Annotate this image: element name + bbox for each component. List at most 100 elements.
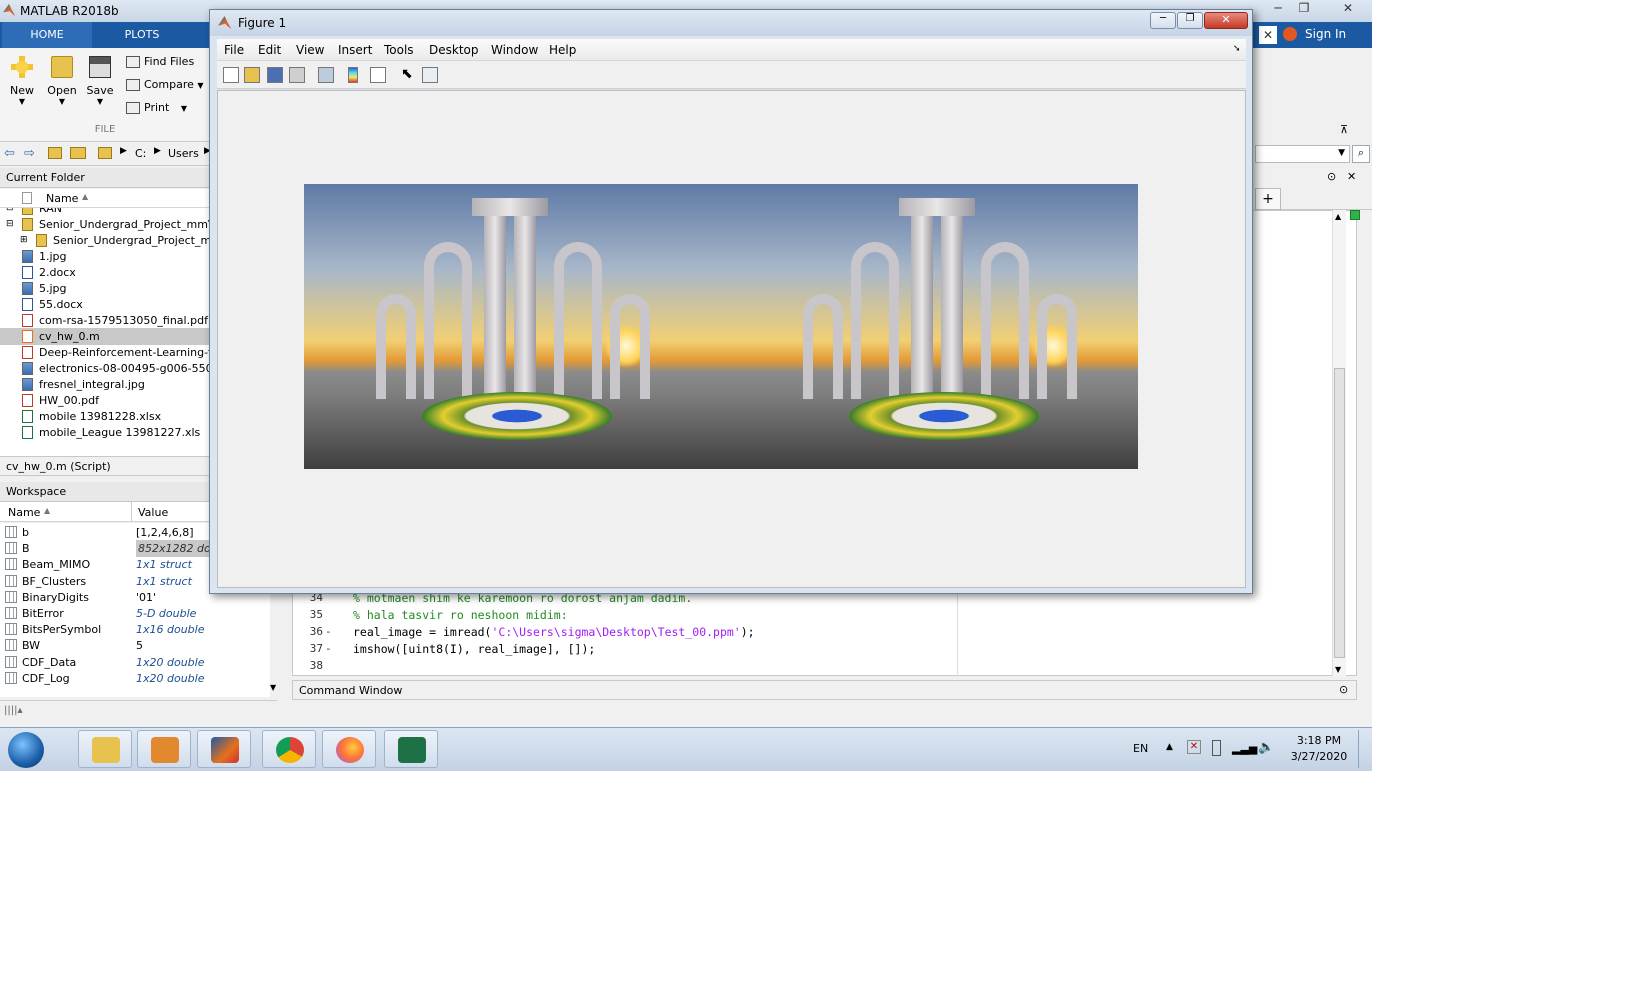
menu-view[interactable]: View xyxy=(296,43,324,57)
folder-item[interactable]: Deep-Reinforcement-Learning-f xyxy=(0,344,210,361)
volume-icon[interactable]: 🔈 xyxy=(1258,740,1274,755)
find-files-button[interactable]: Find Files xyxy=(126,52,194,72)
clock-date[interactable]: 3/27/2020 xyxy=(1289,750,1349,763)
battery-icon[interactable] xyxy=(1212,740,1221,756)
open-button[interactable]: Open ▼ xyxy=(42,56,82,106)
figure-close-icon[interactable]: ✕ xyxy=(1204,12,1248,29)
figure-title-bar[interactable]: Figure 1 ─ ❐ ✕ xyxy=(210,10,1252,36)
expand-toggle-icon[interactable]: ⊞ xyxy=(20,232,28,249)
menu-edit[interactable]: Edit xyxy=(258,43,281,57)
folder-item[interactable]: 5.jpg xyxy=(0,280,210,297)
name-column-header[interactable]: Name xyxy=(46,192,78,205)
code-line[interactable]: real_image = imread('C:\Users\sigma\Desk… xyxy=(353,625,755,639)
menu-insert[interactable]: Insert xyxy=(338,43,372,57)
menu-help[interactable]: Help xyxy=(549,43,576,57)
folder-item[interactable]: ⊞ Senior_Undergrad_Project_m xyxy=(0,232,210,249)
save-icon[interactable] xyxy=(267,67,283,83)
code-analyzer-status-icon[interactable] xyxy=(1350,210,1360,220)
folder-item[interactable]: fresnel_integral.jpg xyxy=(0,376,210,393)
figure-window[interactable]: Figure 1 ─ ❐ ✕ File Edit View Insert Too… xyxy=(209,9,1253,594)
menu-file[interactable]: File xyxy=(224,43,244,57)
folder-item[interactable]: mobile 13981228.xlsx xyxy=(0,408,210,425)
breakpoint-marker[interactable]: - xyxy=(325,625,335,638)
sign-in-link[interactable]: Sign In xyxy=(1305,27,1346,41)
scroll-up-icon[interactable]: ▲ xyxy=(1335,212,1341,221)
menu-tools[interactable]: Tools xyxy=(384,43,414,57)
clock-time[interactable]: 3:18 PM xyxy=(1293,734,1345,747)
open-icon[interactable] xyxy=(244,67,260,83)
legend-icon[interactable] xyxy=(370,67,386,83)
folder-item[interactable]: cv_hw_0.m xyxy=(0,328,210,345)
show-hidden-icons-icon[interactable]: ▲ xyxy=(1166,742,1173,752)
workspace-row[interactable]: CDF_Log 1x20 double xyxy=(0,670,270,687)
taskbar-firefox[interactable] xyxy=(322,730,376,768)
taskbar-chrome[interactable] xyxy=(262,730,316,768)
minimize-icon[interactable]: ─ xyxy=(1265,0,1291,18)
folder-item[interactable]: HW_00.pdf xyxy=(0,392,210,409)
editor-close-icon[interactable]: ✕ xyxy=(1347,170,1356,183)
taskbar-explorer[interactable] xyxy=(78,730,132,768)
back-arrow-icon[interactable]: ⇦ xyxy=(4,146,15,161)
value-column-header[interactable]: Value xyxy=(138,506,168,519)
browse-folder-icon[interactable] xyxy=(70,147,86,159)
workspace-row[interactable]: CDF_Data 1x20 double xyxy=(0,654,270,671)
language-indicator[interactable]: EN xyxy=(1133,742,1148,755)
print-icon[interactable] xyxy=(289,67,305,83)
code-line[interactable]: % hala tasvir ro neshoon midim: xyxy=(353,608,568,622)
dock-figure-icon[interactable]: ➘ xyxy=(1233,44,1241,54)
taskbar-matlab[interactable] xyxy=(197,730,251,768)
scroll-down-icon[interactable]: ▼ xyxy=(270,683,276,692)
editor-code[interactable]: 34% motmaen shim ke karemoon ro dorost a… xyxy=(293,591,953,677)
network-icon[interactable]: ▂▃▅ xyxy=(1232,742,1257,755)
action-center-icon[interactable]: ✕ xyxy=(1187,740,1201,754)
scroll-thumb[interactable] xyxy=(1334,368,1345,658)
workspace-row[interactable]: BitError 5-D double xyxy=(0,605,270,622)
compare-button[interactable]: Compare ▼ xyxy=(126,75,204,95)
figure-maximize-icon[interactable]: ❐ xyxy=(1177,12,1203,29)
menu-window[interactable]: Window xyxy=(491,43,538,57)
dropdown-arrow-icon[interactable]: ▼ xyxy=(1338,148,1345,158)
print-preview-icon[interactable] xyxy=(318,67,334,83)
folder-item[interactable]: electronics-08-00495-g006-550.j xyxy=(0,360,210,377)
print-button[interactable]: Print ▼ xyxy=(126,98,187,118)
folder-item[interactable]: mobile_League 13981227.xls xyxy=(0,424,210,441)
figure-minimize-icon[interactable]: ─ xyxy=(1150,12,1176,29)
workspace-row[interactable]: BitsPerSymbol 1x16 double xyxy=(0,621,270,638)
real-photo[interactable] xyxy=(304,184,732,469)
search-path-field[interactable]: ▼ xyxy=(1255,145,1350,163)
forward-arrow-icon[interactable]: ⇨ xyxy=(24,146,35,161)
close-search-icon[interactable]: ✕ xyxy=(1259,26,1277,44)
property-inspector-icon[interactable] xyxy=(422,67,438,83)
breakpoint-marker[interactable]: - xyxy=(325,642,335,655)
maximize-icon[interactable]: ❐ xyxy=(1291,0,1317,18)
folder-item[interactable]: 55.docx xyxy=(0,296,210,313)
up-folder-icon[interactable] xyxy=(48,147,62,159)
scroll-down-icon[interactable]: ▼ xyxy=(1335,665,1341,674)
name-column-header[interactable]: Name xyxy=(8,506,40,519)
show-desktop-button[interactable] xyxy=(1358,730,1370,768)
editor-scrollbar[interactable]: ▲ ▼ xyxy=(1332,210,1346,676)
close-icon[interactable]: ✕ xyxy=(1328,0,1368,18)
folder-item[interactable]: 2.docx xyxy=(0,264,210,281)
new-figure-icon[interactable] xyxy=(223,67,239,83)
folder-item[interactable]: ⊟ Senior_Undergrad_Project_mmV xyxy=(0,216,210,233)
new-button[interactable]: New ▼ xyxy=(2,56,42,106)
command-window-bar[interactable]: Command Window ⊙ xyxy=(292,680,1357,700)
save-button[interactable]: Save ▼ xyxy=(80,56,120,106)
breadcrumb-drive[interactable]: C: xyxy=(135,147,146,160)
folder-item[interactable]: com-rsa-1579513050_final.pdf xyxy=(0,312,210,329)
search-icon[interactable]: ⌕ xyxy=(1352,145,1370,163)
figure-canvas[interactable] xyxy=(217,90,1246,588)
workspace-row[interactable]: BW 5 xyxy=(0,637,270,654)
notification-bell-icon[interactable] xyxy=(1283,27,1297,41)
reconstructed-photo[interactable] xyxy=(731,184,1138,469)
collapse-toolstrip-icon[interactable]: ⊼ xyxy=(1340,123,1348,136)
breadcrumb-users[interactable]: Users xyxy=(168,147,199,160)
tab-plots[interactable]: PLOTS xyxy=(96,22,188,48)
menu-desktop[interactable]: Desktop xyxy=(429,43,479,57)
new-tab-plus-icon[interactable]: + xyxy=(1255,188,1281,210)
taskbar-excel[interactable] xyxy=(384,730,438,768)
expand-toggle-icon[interactable]: ⊟ xyxy=(6,216,14,233)
editor-options-icon[interactable]: ⊙ xyxy=(1327,170,1336,183)
command-window-options-icon[interactable]: ⊙ xyxy=(1339,683,1348,696)
